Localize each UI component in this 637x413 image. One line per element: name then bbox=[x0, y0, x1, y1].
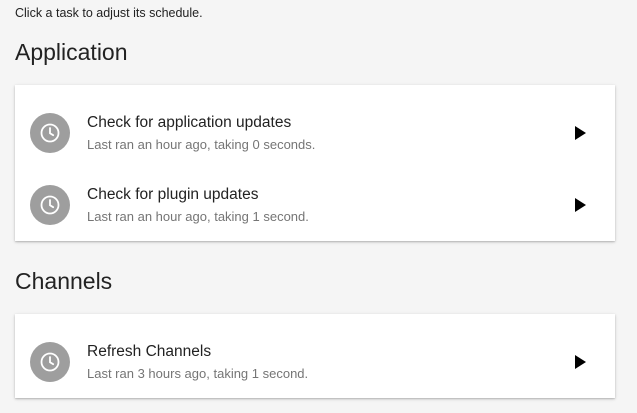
section-title-application: Application bbox=[15, 39, 128, 65]
clock-icon bbox=[30, 113, 70, 153]
section-title-channels: Channels bbox=[15, 268, 113, 294]
task-name: Refresh Channels bbox=[87, 343, 212, 360]
play-icon[interactable] bbox=[575, 355, 586, 369]
task-check-application-updates[interactable]: Check for application updates Last ran a… bbox=[15, 97, 615, 169]
task-last-run: Last ran 3 hours ago, taking 1 second. bbox=[87, 366, 309, 381]
task-refresh-channels[interactable]: Refresh Channels Last ran 3 hours ago, t… bbox=[15, 326, 615, 398]
clock-icon bbox=[30, 342, 70, 382]
task-name: Check for application updates bbox=[87, 114, 292, 131]
task-last-run: Last ran an hour ago, taking 1 second. bbox=[87, 209, 309, 224]
play-icon[interactable] bbox=[575, 198, 586, 212]
task-card-channels: Refresh Channels Last ran 3 hours ago, t… bbox=[15, 314, 615, 398]
task-card-application: Check for application updates Last ran a… bbox=[15, 85, 615, 241]
task-last-run: Last ran an hour ago, taking 0 seconds. bbox=[87, 137, 316, 152]
play-icon[interactable] bbox=[575, 126, 586, 140]
task-name: Check for plugin updates bbox=[87, 186, 259, 203]
page-instructions: Click a task to adjust its schedule. bbox=[15, 6, 203, 20]
clock-icon bbox=[30, 185, 70, 225]
task-check-plugin-updates[interactable]: Check for plugin updates Last ran an hou… bbox=[15, 169, 615, 241]
